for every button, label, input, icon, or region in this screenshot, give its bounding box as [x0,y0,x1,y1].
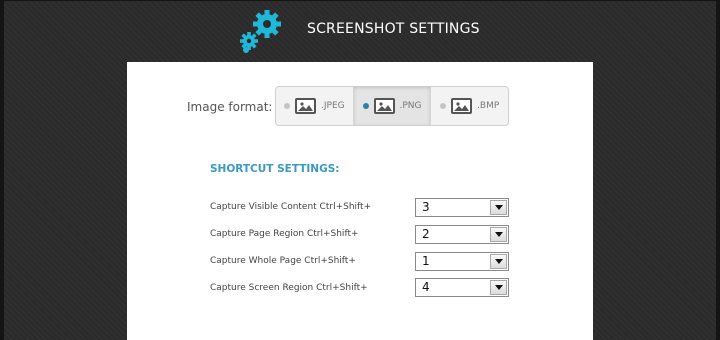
image-format-label: Image format: [187,100,273,114]
header-bar: SCREENSHOT SETTINGS [0,0,720,62]
settings-panel: Image format: .JPEG .PNG .BMP SHORTCUT S… [127,62,593,340]
radio-png[interactable] [362,103,369,109]
shortcut-select-page-region[interactable]: 2 [415,225,509,244]
shortcut-label-visible-content: Capture Visible Content Ctrl+Shift+ [210,202,372,212]
format-option-jpeg[interactable]: .JPEG [276,87,354,125]
shortcut-label-page-region: Capture Page Region Ctrl+Shift+ [210,229,359,239]
shortcut-settings-heading: SHORTCUT SETTINGS: [210,163,340,175]
select-value: 2 [422,227,430,241]
image-icon [295,98,317,114]
shortcut-select-screen-region[interactable]: 4 [415,278,509,297]
chevron-down-icon[interactable] [490,254,507,269]
format-ext-label: .JPEG [321,101,345,111]
shortcut-select-visible-content[interactable]: 3 [415,198,509,217]
select-value: 3 [422,200,430,214]
image-icon [451,98,473,114]
format-ext-label: .PNG [399,101,422,111]
image-format-selector: .JPEG .PNG .BMP [275,86,509,126]
page-title: SCREENSHOT SETTINGS [307,21,480,37]
select-value: 4 [422,280,430,294]
radio-jpeg[interactable] [284,103,291,109]
select-value: 1 [422,254,430,268]
shortcut-label-whole-page: Capture Whole Page Ctrl+Shift+ [210,256,356,266]
chevron-down-icon[interactable] [490,280,507,295]
chevron-down-icon[interactable] [490,200,507,215]
shortcut-label-screen-region: Capture Screen Region Ctrl+Shift+ [210,283,368,293]
format-option-bmp[interactable]: .BMP [431,87,508,125]
radio-bmp[interactable] [440,103,447,109]
chevron-down-icon[interactable] [490,227,507,242]
format-option-png[interactable]: .PNG [353,87,432,125]
shortcut-select-whole-page[interactable]: 1 [415,252,509,271]
image-icon [373,98,395,114]
format-ext-label: .BMP [477,101,500,111]
gears-icon [240,10,281,53]
